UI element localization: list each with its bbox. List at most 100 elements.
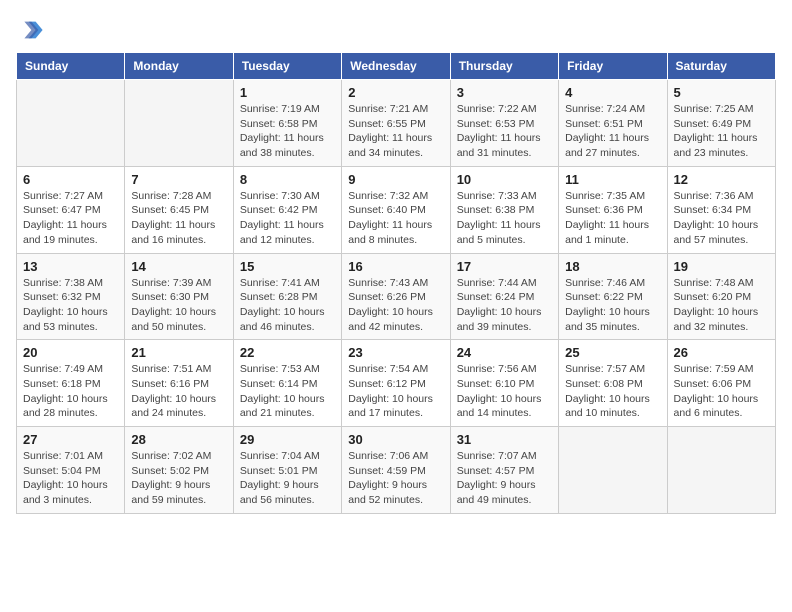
day-number: 22 [240,345,335,360]
day-number: 9 [348,172,443,187]
day-detail: Sunrise: 7:22 AM Sunset: 6:53 PM Dayligh… [457,102,552,161]
calendar-cell: 8 Sunrise: 7:30 AM Sunset: 6:42 PM Daylig… [233,166,341,253]
day-number: 20 [23,345,118,360]
day-detail: Sunrise: 7:46 AM Sunset: 6:22 PM Dayligh… [565,276,660,335]
day-detail: Sunrise: 7:01 AM Sunset: 5:04 PM Dayligh… [23,449,118,508]
day-number: 16 [348,259,443,274]
calendar-cell: 11Sunrise: 7:35 AM Sunset: 6:36 PM Dayli… [559,166,667,253]
calendar-cell: 20 Sunrise: 7:49 AM Sunset: 6:18 PM Dayli… [17,340,125,427]
calendar-week-row: 27Sunrise: 7:01 AM Sunset: 5:04 PM Dayli… [17,427,776,514]
calendar-cell: 27Sunrise: 7:01 AM Sunset: 5:04 PM Dayli… [17,427,125,514]
calendar-cell: 29 Sunrise: 7:04 AM Sunset: 5:01 PM Dayli… [233,427,341,514]
calendar-cell: 2 Sunrise: 7:21 AM Sunset: 6:55 PM Daylig… [342,80,450,167]
calendar-cell: 23 Sunrise: 7:54 AM Sunset: 6:12 PM Dayli… [342,340,450,427]
day-detail: Sunrise: 7:51 AM Sunset: 6:16 PM Dayligh… [131,362,226,421]
calendar-cell: 10 Sunrise: 7:33 AM Sunset: 6:38 PM Dayli… [450,166,558,253]
day-detail: Sunrise: 7:33 AM Sunset: 6:38 PM Dayligh… [457,189,552,248]
day-number: 5 [674,85,769,100]
day-number: 29 [240,432,335,447]
day-number: 8 [240,172,335,187]
day-number: 1 [240,85,335,100]
day-detail: Sunrise: 7:36 AM Sunset: 6:34 PM Dayligh… [674,189,769,248]
calendar-header-row: SundayMondayTuesdayWednesdayThursdayFrid… [17,53,776,80]
day-number: 13 [23,259,118,274]
calendar-cell: 31 Sunrise: 7:07 AM Sunset: 4:57 PM Dayli… [450,427,558,514]
calendar-cell: 26 Sunrise: 7:59 AM Sunset: 6:06 PM Dayli… [667,340,775,427]
calendar-cell [17,80,125,167]
day-number: 10 [457,172,552,187]
calendar-cell: 16 Sunrise: 7:43 AM Sunset: 6:26 PM Dayli… [342,253,450,340]
page-header [16,16,776,44]
day-detail: Sunrise: 7:02 AM Sunset: 5:02 PM Dayligh… [131,449,226,508]
day-detail: Sunrise: 7:41 AM Sunset: 6:28 PM Dayligh… [240,276,335,335]
day-number: 15 [240,259,335,274]
calendar-week-row: 20 Sunrise: 7:49 AM Sunset: 6:18 PM Dayli… [17,340,776,427]
day-of-week-header: Wednesday [342,53,450,80]
day-detail: Sunrise: 7:32 AM Sunset: 6:40 PM Dayligh… [348,189,443,248]
day-detail: Sunrise: 7:30 AM Sunset: 6:42 PM Dayligh… [240,189,335,248]
calendar-cell [125,80,233,167]
day-detail: Sunrise: 7:59 AM Sunset: 6:06 PM Dayligh… [674,362,769,421]
day-number: 25 [565,345,660,360]
day-number: 12 [674,172,769,187]
calendar-cell: 15 Sunrise: 7:41 AM Sunset: 6:28 PM Dayli… [233,253,341,340]
day-number: 14 [131,259,226,274]
day-number: 2 [348,85,443,100]
calendar-cell: 4Sunrise: 7:24 AM Sunset: 6:51 PM Daylig… [559,80,667,167]
day-detail: Sunrise: 7:43 AM Sunset: 6:26 PM Dayligh… [348,276,443,335]
calendar-cell: 7Sunrise: 7:28 AM Sunset: 6:45 PM Daylig… [125,166,233,253]
day-detail: Sunrise: 7:04 AM Sunset: 5:01 PM Dayligh… [240,449,335,508]
calendar-cell: 13 Sunrise: 7:38 AM Sunset: 6:32 PM Dayli… [17,253,125,340]
day-of-week-header: Friday [559,53,667,80]
calendar-cell [559,427,667,514]
day-detail: Sunrise: 7:19 AM Sunset: 6:58 PM Dayligh… [240,102,335,161]
day-number: 3 [457,85,552,100]
day-number: 24 [457,345,552,360]
day-of-week-header: Monday [125,53,233,80]
day-detail: Sunrise: 7:44 AM Sunset: 6:24 PM Dayligh… [457,276,552,335]
day-number: 30 [348,432,443,447]
day-detail: Sunrise: 7:48 AM Sunset: 6:20 PM Dayligh… [674,276,769,335]
calendar-cell: 5 Sunrise: 7:25 AM Sunset: 6:49 PM Daylig… [667,80,775,167]
day-number: 26 [674,345,769,360]
day-detail: Sunrise: 7:57 AM Sunset: 6:08 PM Dayligh… [565,362,660,421]
calendar-week-row: 13 Sunrise: 7:38 AM Sunset: 6:32 PM Dayli… [17,253,776,340]
day-detail: Sunrise: 7:25 AM Sunset: 6:49 PM Dayligh… [674,102,769,161]
calendar-cell: 25 Sunrise: 7:57 AM Sunset: 6:08 PM Dayli… [559,340,667,427]
calendar-cell: 17 Sunrise: 7:44 AM Sunset: 6:24 PM Dayli… [450,253,558,340]
day-detail: Sunrise: 7:27 AM Sunset: 6:47 PM Dayligh… [23,189,118,248]
day-of-week-header: Saturday [667,53,775,80]
calendar-cell: 21 Sunrise: 7:51 AM Sunset: 6:16 PM Dayli… [125,340,233,427]
day-detail: Sunrise: 7:53 AM Sunset: 6:14 PM Dayligh… [240,362,335,421]
day-detail: Sunrise: 7:39 AM Sunset: 6:30 PM Dayligh… [131,276,226,335]
day-detail: Sunrise: 7:56 AM Sunset: 6:10 PM Dayligh… [457,362,552,421]
logo [16,16,48,44]
day-detail: Sunrise: 7:07 AM Sunset: 4:57 PM Dayligh… [457,449,552,508]
day-detail: Sunrise: 7:28 AM Sunset: 6:45 PM Dayligh… [131,189,226,248]
day-number: 19 [674,259,769,274]
calendar-cell: 6Sunrise: 7:27 AM Sunset: 6:47 PM Daylig… [17,166,125,253]
calendar-cell: 14 Sunrise: 7:39 AM Sunset: 6:30 PM Dayli… [125,253,233,340]
day-detail: Sunrise: 7:49 AM Sunset: 6:18 PM Dayligh… [23,362,118,421]
day-detail: Sunrise: 7:24 AM Sunset: 6:51 PM Dayligh… [565,102,660,161]
day-detail: Sunrise: 7:38 AM Sunset: 6:32 PM Dayligh… [23,276,118,335]
logo-icon [16,16,44,44]
day-of-week-header: Tuesday [233,53,341,80]
day-number: 23 [348,345,443,360]
day-number: 17 [457,259,552,274]
day-number: 18 [565,259,660,274]
calendar-cell: 22 Sunrise: 7:53 AM Sunset: 6:14 PM Dayli… [233,340,341,427]
calendar-week-row: 1 Sunrise: 7:19 AM Sunset: 6:58 PM Daylig… [17,80,776,167]
day-number: 28 [131,432,226,447]
day-number: 11 [565,172,660,187]
day-detail: Sunrise: 7:06 AM Sunset: 4:59 PM Dayligh… [348,449,443,508]
calendar-cell [667,427,775,514]
calendar-cell: 9 Sunrise: 7:32 AM Sunset: 6:40 PM Daylig… [342,166,450,253]
calendar-cell: 18 Sunrise: 7:46 AM Sunset: 6:22 PM Dayli… [559,253,667,340]
calendar-cell: 24 Sunrise: 7:56 AM Sunset: 6:10 PM Dayli… [450,340,558,427]
day-number: 21 [131,345,226,360]
calendar-table: SundayMondayTuesdayWednesdayThursdayFrid… [16,52,776,514]
day-number: 31 [457,432,552,447]
day-detail: Sunrise: 7:54 AM Sunset: 6:12 PM Dayligh… [348,362,443,421]
day-detail: Sunrise: 7:21 AM Sunset: 6:55 PM Dayligh… [348,102,443,161]
